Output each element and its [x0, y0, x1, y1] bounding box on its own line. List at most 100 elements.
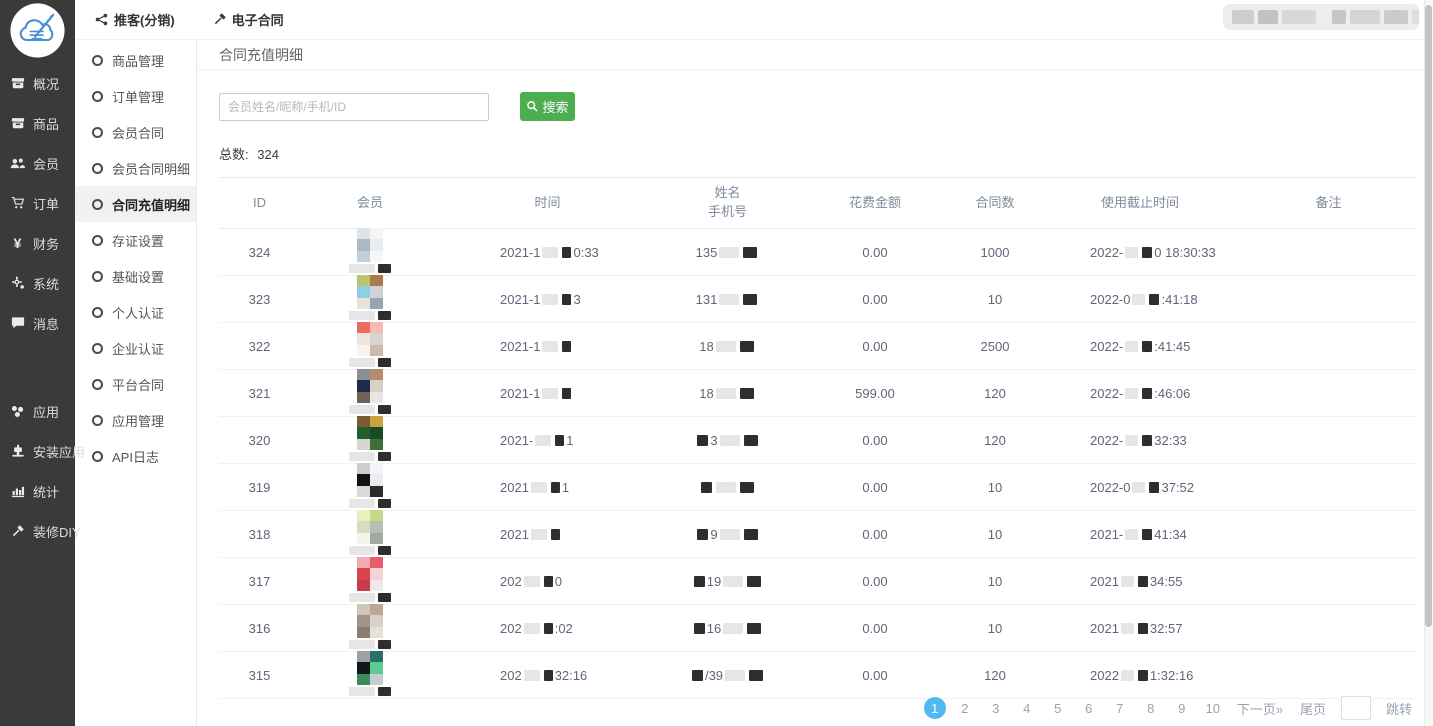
- avatar-pixel: [370, 345, 383, 356]
- jump-button[interactable]: 跳转: [1381, 699, 1417, 718]
- cell-member[interactable]: [300, 654, 440, 696]
- cell-deadline: 2022-:46:06: [1040, 386, 1240, 401]
- avatar-pixel: [357, 380, 370, 391]
- redacted-block: [562, 341, 571, 352]
- submenu-item-1[interactable]: 订单管理: [75, 78, 196, 114]
- sidebar-item-apps[interactable]: 应用: [0, 391, 75, 431]
- column-header-id: ID: [219, 194, 300, 213]
- page-title-bar: 合同充值明细: [197, 40, 1433, 70]
- table-row: 3242021-10:331350.0010002022-0 18:30:33: [219, 229, 1417, 276]
- submenu-item-4[interactable]: 合同充值明细: [75, 186, 196, 222]
- circle-bullet-icon: [92, 91, 103, 102]
- phone-text: 9: [710, 527, 717, 542]
- search-button-label: 搜索: [542, 97, 568, 116]
- sidebar-item-orders[interactable]: 订单: [0, 183, 75, 223]
- header-label: 使用截止时间: [1040, 194, 1240, 213]
- user-account-area-redacted[interactable]: [1223, 4, 1419, 30]
- redacted-block: [1125, 529, 1138, 540]
- sidebar-item-install[interactable]: 安装应用: [0, 431, 75, 471]
- last-page-button[interactable]: 尾页: [1295, 699, 1331, 718]
- app-logo[interactable]: [9, 2, 66, 59]
- page-button-9[interactable]: 9: [1170, 696, 1194, 720]
- cell-deadline: 2022-0 18:30:33: [1040, 245, 1240, 260]
- cell-member[interactable]: [300, 607, 440, 649]
- page-button-8[interactable]: 8: [1139, 696, 1163, 720]
- cell-member[interactable]: [300, 372, 440, 414]
- vertical-scrollbar[interactable]: [1424, 0, 1433, 726]
- members-icon: [9, 156, 26, 171]
- page-button-3[interactable]: 3: [984, 696, 1008, 720]
- main-content: 合同充值明细 搜索 总数: 324 ID会员时间姓名手机号花费金额合同数使用截止…: [197, 40, 1433, 726]
- jump-page-input[interactable]: [1341, 696, 1371, 720]
- sidebar-item-diy[interactable]: 装修DIY: [0, 511, 75, 551]
- submenu-item-label: 合同充值明细: [112, 195, 190, 214]
- redacted-block: [1121, 576, 1134, 587]
- sidebar-item-system[interactable]: 系统: [0, 263, 75, 303]
- column-header-note: 备注: [1240, 194, 1417, 213]
- column-header-name-phone: 姓名手机号: [655, 184, 800, 222]
- submenu-item-10[interactable]: 应用管理: [75, 402, 196, 438]
- sidebar-item-finance[interactable]: ¥财务: [0, 223, 75, 263]
- page-button-1[interactable]: 1: [924, 697, 946, 719]
- cell-member[interactable]: [300, 325, 440, 367]
- cell-member[interactable]: [300, 513, 440, 555]
- submenu-item-11[interactable]: API日志: [75, 438, 196, 474]
- submenu-item-7[interactable]: 个人认证: [75, 294, 196, 330]
- time-text: 1: [562, 480, 569, 495]
- topbar-tabs: 推客(分销) 电子合同: [95, 10, 284, 29]
- sidebar-item-message[interactable]: 消息: [0, 303, 75, 343]
- cell-member[interactable]: [300, 560, 440, 602]
- cell-member[interactable]: [300, 278, 440, 320]
- sidebar-item-stats[interactable]: 统计: [0, 471, 75, 511]
- page-button-4[interactable]: 4: [1015, 696, 1039, 720]
- avatar-pixel: [370, 463, 383, 474]
- phone-text: /39: [705, 668, 723, 683]
- circle-bullet-icon: [92, 415, 103, 426]
- redacted-block: [1121, 670, 1134, 681]
- redacted-block: [542, 341, 558, 352]
- redacted-block: [740, 341, 754, 352]
- redacted-block: [723, 576, 743, 587]
- cell-time: 2021-1: [440, 433, 655, 448]
- next-page-button[interactable]: 下一页»: [1232, 699, 1288, 718]
- page-button-10[interactable]: 10: [1201, 696, 1225, 720]
- redacted-block: [544, 670, 553, 681]
- redacted-block: [378, 264, 391, 273]
- deadline-text: 2022-: [1090, 386, 1123, 401]
- avatar-pixel: [357, 369, 370, 380]
- topbar-tab-tuike[interactable]: 推客(分销): [95, 10, 175, 29]
- submenu-item-6[interactable]: 基础设置: [75, 258, 196, 294]
- deadline-text: 32:57: [1150, 621, 1183, 636]
- redacted-block: [747, 623, 761, 634]
- redacted-block: [524, 623, 540, 634]
- submenu-item-0[interactable]: 商品管理: [75, 42, 196, 78]
- submenu-item-2[interactable]: 会员合同: [75, 114, 196, 150]
- submenu-item-3[interactable]: 会员合同明细: [75, 150, 196, 186]
- sidebar-item-members[interactable]: 会员: [0, 143, 75, 183]
- cell-member[interactable]: [300, 231, 440, 273]
- submenu-item-8[interactable]: 企业认证: [75, 330, 196, 366]
- scrollbar-thumb[interactable]: [1425, 5, 1432, 627]
- deadline-text: 2021: [1090, 621, 1119, 636]
- redacted-block: [1332, 10, 1346, 24]
- topbar-tab-dianzihetong[interactable]: 电子合同: [213, 10, 284, 29]
- page-button-2[interactable]: 2: [953, 696, 977, 720]
- cell-contracts: 120: [950, 433, 1040, 448]
- cell-member[interactable]: [300, 466, 440, 508]
- page-button-7[interactable]: 7: [1108, 696, 1132, 720]
- search-input[interactable]: [219, 93, 489, 121]
- submenu-item-9[interactable]: 平台合同: [75, 366, 196, 402]
- sidebar-item-overview[interactable]: 概况: [0, 63, 75, 103]
- cell-deadline: 2022-:41:45: [1040, 339, 1240, 354]
- submenu-item-5[interactable]: 存证设置: [75, 222, 196, 258]
- cell-amount: 0.00: [800, 245, 950, 260]
- member-avatar: [357, 510, 383, 544]
- page-button-5[interactable]: 5: [1046, 696, 1070, 720]
- cell-member[interactable]: [300, 419, 440, 461]
- page-button-6[interactable]: 6: [1077, 696, 1101, 720]
- avatar-pixel: [370, 369, 383, 380]
- deadline-text: 37:52: [1161, 480, 1194, 495]
- search-button[interactable]: 搜索: [520, 92, 575, 121]
- sidebar-item-goods[interactable]: 商品: [0, 103, 75, 143]
- circle-bullet-icon: [92, 451, 103, 462]
